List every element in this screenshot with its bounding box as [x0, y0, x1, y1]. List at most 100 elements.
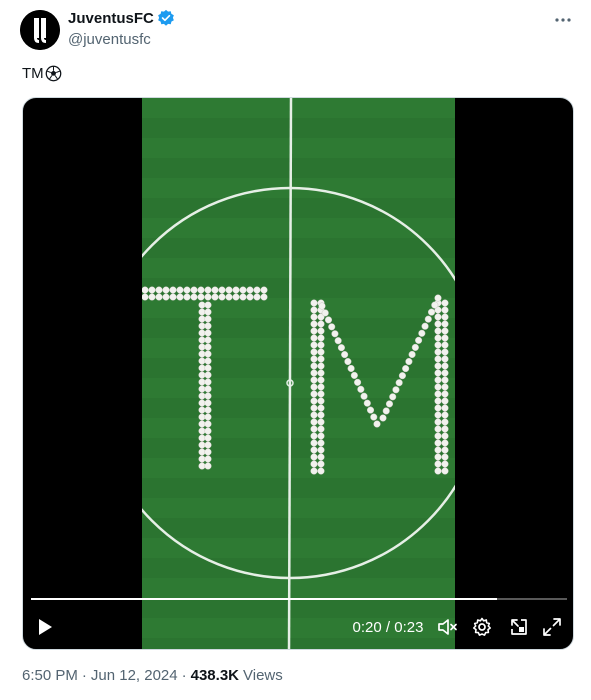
juventus-logo-icon: [20, 10, 60, 50]
ball-mark: [204, 385, 212, 393]
tweet-text-content: TM: [22, 65, 44, 82]
ball-mark: [204, 392, 212, 400]
ball-mark: [183, 293, 191, 301]
ball-mark: [317, 411, 325, 419]
ball-mark: [434, 467, 442, 475]
ball-mark: [321, 309, 329, 317]
author-display-name[interactable]: JuventusFC: [68, 10, 154, 27]
ball-mark: [434, 446, 442, 454]
ball-mark: [441, 334, 449, 342]
ball-mark: [204, 378, 212, 386]
ball-mark: [441, 467, 449, 475]
ball-mark: [310, 432, 318, 440]
more-options-icon[interactable]: [553, 10, 573, 30]
ball-mark: [198, 392, 206, 400]
ball-mark: [398, 372, 406, 380]
ball-mark: [441, 432, 449, 440]
ball-mark: [441, 376, 449, 384]
ball-mark: [211, 293, 219, 301]
ball-mark: [204, 293, 212, 301]
gear-icon: [473, 617, 491, 636]
ball-mark: [198, 357, 206, 365]
ball-mark: [176, 286, 184, 294]
ball-mark: [434, 397, 442, 405]
ball-mark: [441, 453, 449, 461]
ball-mark: [204, 448, 212, 456]
ball-mark: [434, 369, 442, 377]
ball-mark: [198, 371, 206, 379]
ball-mark: [198, 350, 206, 358]
ball-mark: [317, 320, 325, 328]
ball-mark: [198, 322, 206, 330]
meta-separator: ·: [181, 667, 187, 684]
ball-mark: [424, 315, 432, 323]
tweet-time[interactable]: 6:50 PM: [22, 667, 78, 684]
ball-mark: [441, 397, 449, 405]
video-player[interactable]: 0:20 / 0:23: [22, 97, 574, 650]
ball-mark: [441, 369, 449, 377]
ball-mark: [310, 299, 318, 307]
ball-mark: [198, 406, 206, 414]
ball-mark: [204, 286, 212, 294]
video-time-display: 0:20 / 0:23: [352, 618, 424, 636]
ball-mark: [415, 336, 423, 344]
ball-mark: [232, 293, 240, 301]
fullscreen-button[interactable]: [541, 615, 563, 639]
ball-mark: [408, 350, 416, 359]
ball-mark: [197, 293, 205, 301]
ball-mark: [162, 286, 170, 294]
ball-mark: [204, 350, 212, 358]
ball-mark: [421, 322, 429, 330]
ball-mark: [198, 420, 206, 428]
ball-mark: [310, 362, 318, 370]
ball-mark: [317, 376, 325, 384]
ball-mark: [317, 453, 325, 461]
author-handle[interactable]: @juventusfc: [68, 31, 151, 48]
avatar[interactable]: [20, 10, 60, 50]
ball-mark: [310, 467, 318, 475]
ball-mark: [318, 302, 326, 310]
picture-in-picture-button[interactable]: [508, 615, 530, 639]
ball-mark: [441, 341, 449, 349]
ball-mark: [239, 286, 247, 294]
ball-mark: [310, 425, 318, 433]
settings-button[interactable]: [471, 615, 493, 639]
ball-mark: [434, 390, 442, 398]
ball-mark: [148, 286, 156, 294]
views-count[interactable]: 438.3K: [191, 667, 239, 684]
ball-mark: [204, 413, 212, 421]
ball-mark: [370, 413, 378, 421]
ball-mark: [317, 355, 325, 363]
ball-mark: [317, 404, 325, 412]
ball-mark: [211, 286, 219, 294]
ball-mark: [198, 308, 206, 316]
ball-mark: [441, 355, 449, 363]
ball-mark: [434, 411, 442, 419]
ball-mark: [324, 316, 333, 324]
play-button[interactable]: [35, 615, 55, 639]
ball-mark: [431, 301, 439, 309]
tweet-date[interactable]: Jun 12, 2024: [91, 667, 178, 684]
ball-mark: [142, 286, 149, 294]
ball-mark: [385, 400, 394, 408]
ball-mark: [317, 334, 325, 342]
tweet-text: TM: [22, 65, 62, 82]
ball-mark: [434, 404, 442, 412]
ball-mark: [317, 348, 325, 356]
tweet-card: JuventusFC @juventusfc TM 0:20 / 0:23 6:…: [0, 0, 591, 700]
author-name-row[interactable]: JuventusFC: [68, 9, 175, 27]
ball-mark: [434, 460, 442, 468]
ball-mark: [441, 383, 449, 391]
ball-mark: [357, 385, 365, 393]
fullscreen-expand-icon: [543, 618, 561, 636]
ball-mark: [310, 376, 318, 384]
ball-mark: [434, 348, 442, 356]
ball-mark: [169, 286, 177, 294]
ball-mark: [162, 293, 170, 301]
ball-mark: [317, 327, 325, 335]
ball-mark: [395, 379, 403, 387]
ball-mark: [392, 386, 400, 394]
video-progress-bar[interactable]: [31, 598, 567, 600]
ball-mark: [260, 286, 268, 294]
mute-button[interactable]: [437, 615, 459, 639]
